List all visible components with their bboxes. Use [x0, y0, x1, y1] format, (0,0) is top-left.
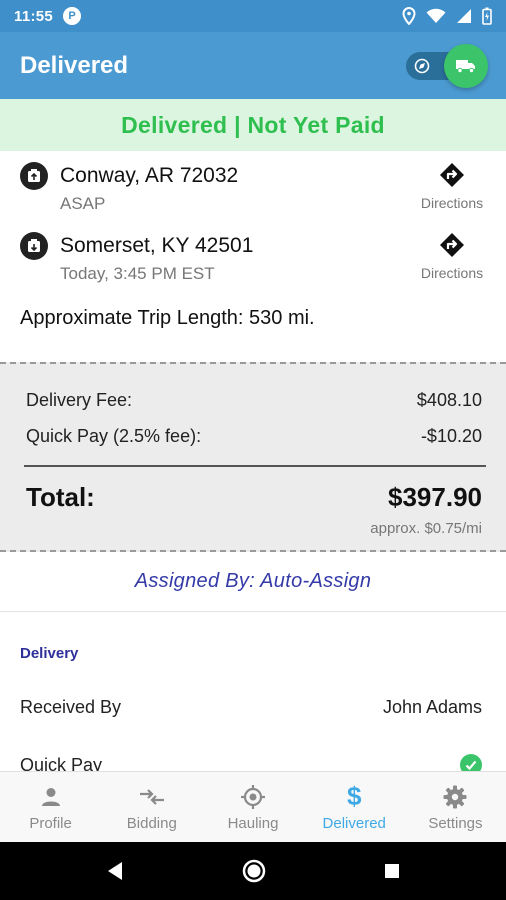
nav-settings[interactable]: Settings	[405, 772, 506, 842]
trip-length: Approximate Trip Length: 530 mi.	[20, 307, 315, 329]
nav-hauling[interactable]: Hauling	[202, 772, 303, 842]
delivery-status-banner: Delivered | Not Yet Paid	[0, 99, 506, 151]
person-icon	[39, 783, 63, 811]
dollar-icon: $	[346, 781, 362, 811]
nav-bidding[interactable]: Bidding	[101, 772, 202, 842]
total-value: $397.90	[388, 482, 482, 512]
nav-delivered[interactable]: $ Delivered	[304, 772, 405, 842]
fee-divider	[24, 465, 486, 467]
swap-arrows-icon	[138, 783, 166, 811]
received-by-row: Received By John Adams	[20, 697, 482, 718]
truck-icon[interactable]	[444, 43, 488, 88]
app-bar: Delivered	[0, 32, 506, 99]
nav-label: Delivered	[322, 814, 386, 832]
rate-per-mile: approx. $0.75/mi	[370, 520, 482, 537]
availability-toggle[interactable]	[406, 43, 488, 88]
directions-icon	[440, 233, 464, 257]
delivery-fee-value: $408.10	[416, 390, 482, 410]
pickup-city: Conway, AR 72032	[60, 164, 239, 187]
signal-icon	[457, 9, 471, 23]
pickup-icon	[20, 162, 48, 190]
wifi-icon	[426, 8, 446, 23]
received-by-value: John Adams	[382, 697, 482, 717]
nav-label: Hauling	[227, 814, 279, 832]
total-row: Total: $397.90	[26, 482, 482, 513]
dropoff-city: Somerset, KY 42501	[60, 234, 254, 257]
pickup-directions-button[interactable]: Directions	[416, 162, 488, 211]
pickup-time: ASAP	[60, 194, 106, 213]
dropoff-directions-button[interactable]: Directions	[416, 232, 488, 281]
quick-pay-fee-value: -$10.20	[420, 426, 482, 446]
dropoff-time: Today, 3:45 PM EST	[60, 264, 215, 283]
dropoff-stop: Somerset, KY 42501 Today, 3:45 PM EST Di…	[0, 222, 506, 283]
page-title: Delivered	[20, 51, 129, 79]
status-icons	[402, 7, 492, 25]
quick-pay-fee-label: Quick Pay (2.5% fee):	[26, 426, 202, 446]
nav-profile[interactable]: Profile	[0, 772, 101, 842]
bottom-nav: Profile Bidding Hauling $ Delivered Sett…	[0, 771, 506, 842]
quick-pay-fee-row: Quick Pay (2.5% fee): -$10.20	[26, 426, 482, 447]
system-nav-bar	[0, 842, 506, 900]
dropoff-icon	[20, 232, 48, 260]
battery-icon	[482, 7, 492, 25]
recents-icon[interactable]	[384, 863, 400, 879]
delivery-fee-row: Delivery Fee: $408.10	[26, 390, 482, 411]
assigned-by-text: Assigned By: Auto-Assign	[134, 570, 372, 592]
nav-label: Settings	[428, 814, 483, 832]
status-time: 11:55	[14, 7, 54, 25]
pickup-stop: Conway, AR 72032 ASAP Directions	[0, 152, 506, 213]
gps-target-icon	[240, 783, 266, 811]
status-bar: 11:55 P	[0, 0, 506, 32]
received-by-label: Received By	[20, 697, 122, 717]
delivery-section-title: Delivery	[20, 645, 79, 662]
app-notification-icon: P	[63, 7, 82, 25]
home-icon[interactable]	[242, 859, 266, 883]
nav-label: Profile	[29, 814, 72, 832]
gear-icon	[442, 783, 468, 811]
delivery-status-text: Delivered | Not Yet Paid	[121, 111, 385, 138]
directions-label: Directions	[420, 265, 484, 281]
assigned-by: Assigned By: Auto-Assign	[0, 552, 506, 612]
directions-icon	[440, 163, 464, 187]
back-icon[interactable]	[106, 861, 124, 881]
total-label: Total:	[26, 482, 95, 512]
directions-label: Directions	[420, 195, 484, 211]
delivery-fee-label: Delivery Fee:	[26, 390, 133, 410]
fee-summary: Delivery Fee: $408.10 Quick Pay (2.5% fe…	[0, 362, 506, 552]
location-icon	[402, 7, 416, 25]
nav-label: Bidding	[126, 814, 177, 832]
compass-icon	[412, 55, 432, 76]
